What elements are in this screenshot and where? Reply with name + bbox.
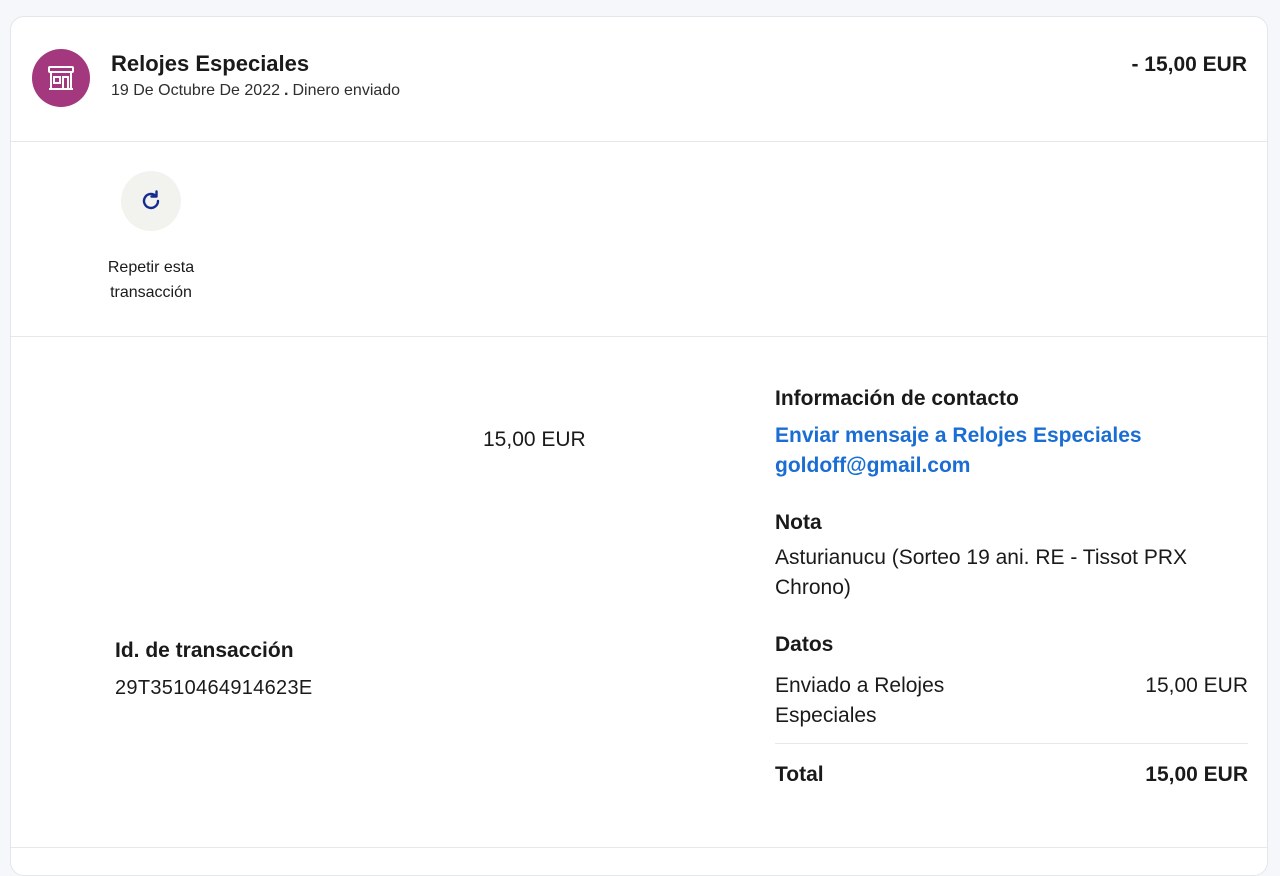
details-section: 15,00 EUR Id. de transacción 29T35104649… <box>11 337 1267 848</box>
transaction-id-value: 29T3510464914623E <box>115 677 313 699</box>
repeat-label-line1: Repetir esta <box>107 259 195 276</box>
transaction-type: Dinero enviado <box>292 82 401 99</box>
transaction-subtitle: 19 De Octubre De 2022. Dinero enviado <box>111 82 400 100</box>
subtitle-separator: . <box>284 82 289 99</box>
details-right-column: Información de contacto Enviar mensaje a… <box>775 387 1248 790</box>
details-amount: 15,00 EUR <box>483 428 586 451</box>
total-amount: 15,00 EUR <box>1145 763 1248 786</box>
merchant-name: Relojes Especiales <box>111 51 310 76</box>
note-text: Asturianucu (Sorteo 19 ani. RE - Tissot … <box>775 546 1188 599</box>
send-message-link[interactable]: Enviar mensaje a Relojes Especiales <box>775 421 1248 451</box>
note-section: Nota Asturianucu (Sorteo 19 ani. RE - Ti… <box>775 511 1248 603</box>
merchant-avatar <box>32 49 90 107</box>
actions-section: Repetir esta transacción <box>11 141 1267 337</box>
total-label: Total <box>775 763 824 786</box>
refresh-icon <box>142 190 160 210</box>
data-section: Datos Enviado a Relojes Especiales 15,00… <box>775 633 1248 790</box>
repeat-icon-circle[interactable] <box>121 171 181 231</box>
transaction-card: Relojes Especiales 19 De Octubre De 2022… <box>10 16 1268 876</box>
transaction-id-label: Id. de transacción <box>115 639 294 662</box>
repeat-label-line2: transacción <box>110 284 192 301</box>
contact-info: Información de contacto Enviar mensaje a… <box>775 387 1248 481</box>
sent-to-label: Enviado a Relojes Especiales <box>775 674 945 727</box>
total-divider <box>775 743 1248 744</box>
contact-info-title: Información de contacto <box>775 387 1019 410</box>
transaction-date: 19 De Octubre De 2022 <box>111 82 280 99</box>
transaction-header: Relojes Especiales 19 De Octubre De 2022… <box>11 17 1267 142</box>
note-title: Nota <box>775 511 822 534</box>
contact-email-link[interactable]: goldoff@gmail.com <box>775 451 1248 481</box>
store-icon <box>48 66 74 90</box>
data-title: Datos <box>775 633 834 656</box>
sent-to-row: Enviado a Relojes Especiales 15,00 EUR <box>775 671 1248 731</box>
repeat-transaction-button[interactable]: Repetir esta transacción <box>91 171 211 305</box>
repeat-transaction-label[interactable]: Repetir esta transacción <box>91 255 211 305</box>
sent-to-amount: 15,00 EUR <box>1145 674 1248 697</box>
header-amount: - 15,00 EUR <box>1131 53 1247 76</box>
total-row: Total 15,00 EUR <box>775 760 1248 790</box>
